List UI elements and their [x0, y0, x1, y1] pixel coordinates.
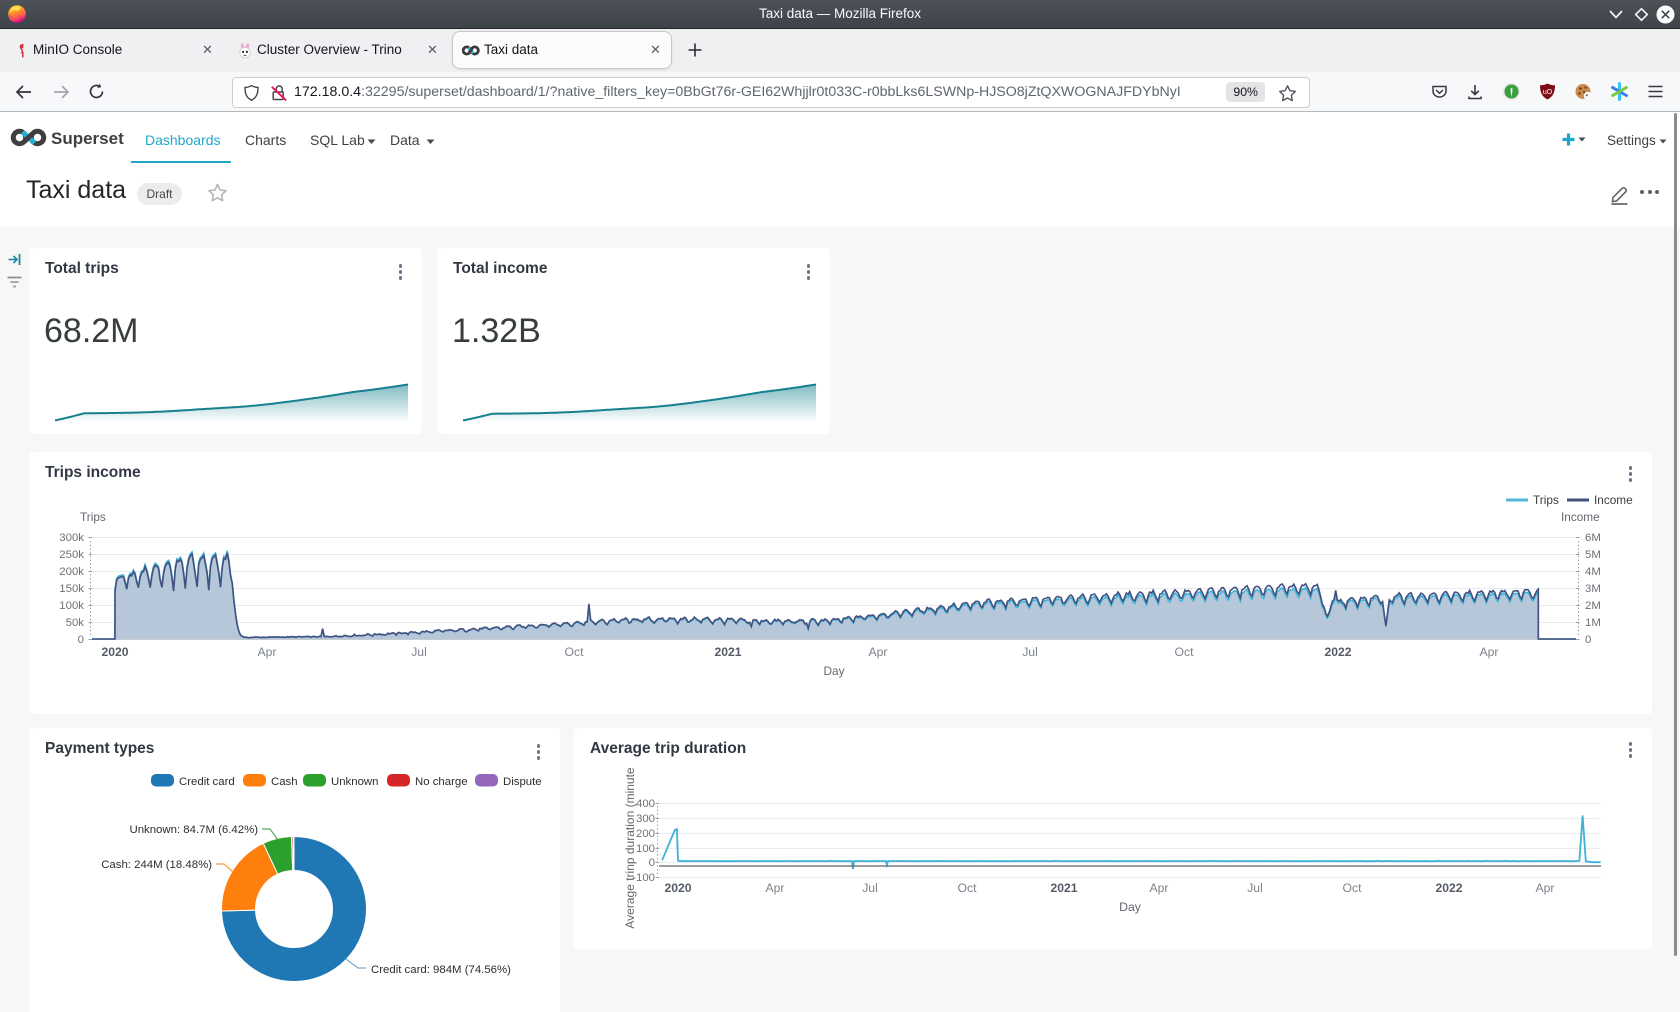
svg-text:2021: 2021 — [1050, 881, 1077, 895]
svg-text:2020: 2020 — [101, 645, 128, 659]
svg-text:200k: 200k — [59, 566, 84, 578]
svg-text:Oct: Oct — [565, 645, 585, 659]
svg-text:50k: 50k — [66, 617, 85, 629]
svg-text:4M: 4M — [1585, 566, 1601, 578]
svg-text:Apr: Apr — [1150, 881, 1169, 895]
svg-text:Income: Income — [1594, 493, 1633, 507]
svg-text:Oct: Oct — [1343, 881, 1363, 895]
svg-text:Cash: 244M (18.48%): Cash: 244M (18.48%) — [101, 859, 212, 871]
svg-text:Income: Income — [1561, 510, 1600, 524]
svg-text:Apr: Apr — [258, 645, 277, 659]
svg-text:0: 0 — [1585, 634, 1591, 646]
svg-text:Trips: Trips — [1533, 493, 1559, 507]
svg-text:2022: 2022 — [1324, 645, 1351, 659]
svg-text:Credit card: 984M (74.56%): Credit card: 984M (74.56%) — [371, 964, 511, 976]
svg-text:Unknown: 84.7M (6.42%): Unknown: 84.7M (6.42%) — [129, 824, 258, 836]
svg-text:Apr: Apr — [869, 645, 888, 659]
svg-text:400: 400 — [636, 798, 655, 810]
svg-text:250k: 250k — [59, 549, 84, 561]
svg-text:Day: Day — [1119, 900, 1142, 914]
svg-text:300: 300 — [636, 813, 655, 825]
svg-text:Credit card: Credit card — [179, 776, 235, 788]
svg-text:Oct: Oct — [1175, 645, 1195, 659]
svg-text:2022: 2022 — [1435, 881, 1462, 895]
svg-text:Dispute: Dispute — [503, 776, 542, 788]
svg-text:150k: 150k — [59, 583, 84, 595]
svg-text:2021: 2021 — [714, 645, 741, 659]
svg-text:2M: 2M — [1585, 600, 1601, 612]
svg-text:Jul: Jul — [411, 645, 427, 659]
svg-text:0: 0 — [649, 857, 655, 869]
svg-text:Jul: Jul — [1022, 645, 1038, 659]
svg-text:Cash: Cash — [271, 776, 298, 788]
svg-text:Average trinp duration (minute: Average trinp duration (minute — [623, 767, 637, 929]
svg-text:Jul: Jul — [1247, 881, 1263, 895]
svg-text:Apr: Apr — [766, 881, 785, 895]
svg-text:3M: 3M — [1585, 583, 1601, 595]
svg-text:Apr: Apr — [1536, 881, 1555, 895]
svg-text:Day: Day — [824, 664, 845, 678]
svg-text:Trips: Trips — [80, 510, 106, 524]
svg-text:100k: 100k — [59, 600, 84, 612]
svg-text:5M: 5M — [1585, 549, 1601, 561]
svg-text:200: 200 — [636, 828, 655, 840]
svg-text:Unknown: Unknown — [331, 776, 379, 788]
svg-text:Apr: Apr — [1480, 645, 1499, 659]
svg-text:uO: uO — [1543, 89, 1553, 96]
svg-text:Oct: Oct — [958, 881, 978, 895]
svg-text:300k: 300k — [59, 532, 84, 544]
svg-text:Jul: Jul — [862, 881, 878, 895]
svg-text:0: 0 — [78, 634, 84, 646]
svg-text:100: 100 — [636, 843, 655, 855]
svg-text:No charge: No charge — [415, 776, 468, 788]
svg-text:2020: 2020 — [664, 881, 691, 895]
svg-text:1M: 1M — [1585, 617, 1601, 629]
svg-text:6M: 6M — [1585, 532, 1601, 544]
